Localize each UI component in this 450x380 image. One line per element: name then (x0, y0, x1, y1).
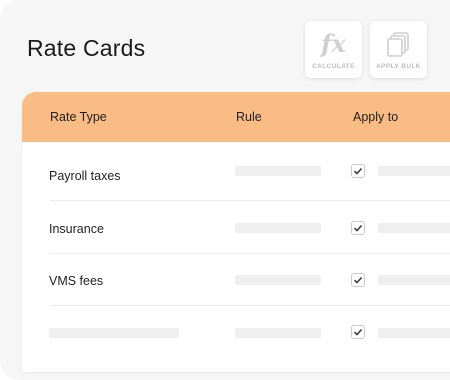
rate-type-cell: Insurance (49, 222, 104, 236)
table-row[interactable] (22, 306, 450, 358)
column-header-rule[interactable]: Rule (236, 110, 262, 124)
apply-to-placeholder (378, 223, 450, 233)
apply-to-placeholder (378, 275, 450, 285)
rate-cards-table: Rate Type Rule Apply to Payroll taxes In… (22, 92, 450, 372)
stacked-pages-icon (384, 29, 414, 59)
table-row[interactable]: Payroll taxes (22, 149, 450, 201)
check-icon (353, 329, 363, 336)
column-header-apply-to[interactable]: Apply to (353, 110, 398, 124)
check-icon (353, 277, 363, 284)
table-row[interactable]: Insurance (22, 202, 450, 254)
table-row[interactable]: VMS fees (22, 254, 450, 306)
rule-placeholder (235, 275, 321, 285)
page-title: Rate Cards (27, 35, 146, 61)
apply-to-placeholder (378, 166, 450, 176)
column-header-rate-type[interactable]: Rate Type (50, 110, 107, 124)
calculate-button[interactable]: fx CALCULATE (305, 21, 362, 78)
fx-glyph: fx (321, 29, 346, 58)
apply-to-checkbox[interactable] (351, 325, 365, 339)
calculate-label: CALCULATE (312, 63, 355, 70)
check-icon (353, 225, 363, 232)
apply-to-checkbox[interactable] (351, 221, 365, 235)
rule-placeholder (235, 328, 321, 338)
rate-type-cell: Payroll taxes (49, 169, 121, 183)
apply-bulk-button[interactable]: APPLY BULK (370, 21, 427, 78)
apply-to-placeholder (378, 328, 450, 338)
fx-icon: fx (319, 29, 349, 59)
rate-cards-panel: Rate Cards fx CALCULATE APPLY BULK Rate … (0, 0, 450, 380)
row-divider (50, 200, 450, 201)
rule-placeholder (235, 223, 321, 233)
rate-type-cell: VMS fees (49, 274, 104, 288)
check-icon (353, 168, 363, 175)
apply-bulk-label: APPLY BULK (376, 63, 421, 70)
rule-placeholder (235, 166, 321, 176)
apply-to-checkbox[interactable] (351, 273, 365, 287)
table-header: Rate Type Rule Apply to (22, 92, 450, 142)
apply-to-checkbox[interactable] (351, 164, 365, 178)
rate-type-placeholder (49, 328, 179, 338)
